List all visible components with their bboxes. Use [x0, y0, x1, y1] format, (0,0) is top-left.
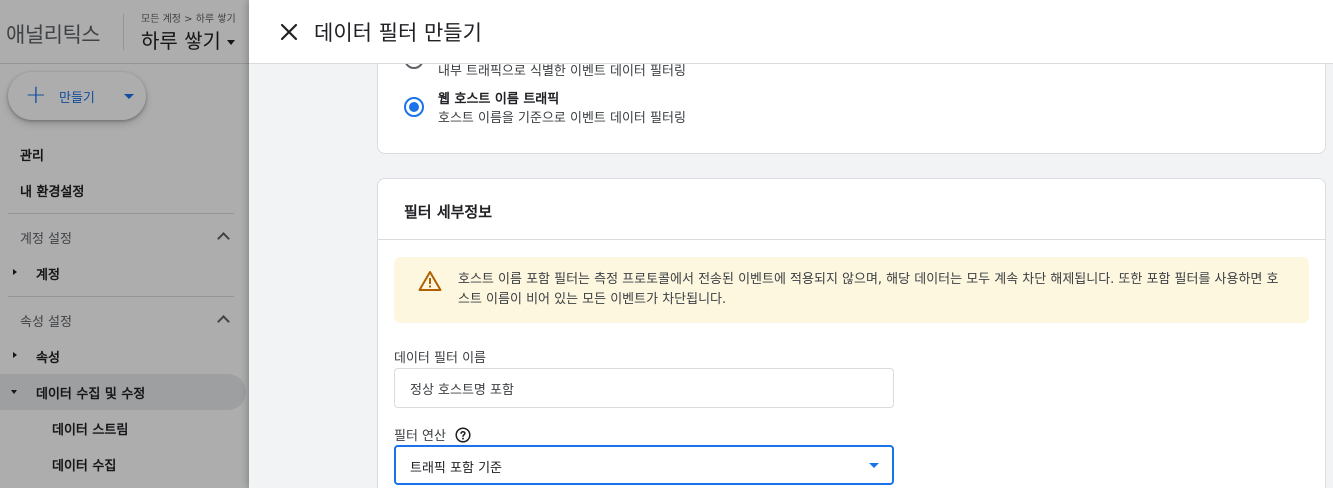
help-icon[interactable] [455, 427, 471, 443]
warning-banner: 호스트 이름 포함 필터는 측정 프로토콜에서 전송된 이벤트에 적용되지 않으… [394, 257, 1309, 323]
radio-selected-dot [409, 102, 419, 112]
filter-details-card: 필터 세부정보 호스트 이름 포함 필터는 측정 프로토콜에서 전송된 이벤트에… [377, 178, 1326, 488]
create-data-filter-drawer: 데이터 필터 만들기 내부 트래픽으로 식별한 이벤트 데이터 필터링 웹 호스… [249, 0, 1333, 488]
radio-hostname-traffic-desc: 호스트 이름을 기준으로 이벤트 데이터 필터링 [438, 111, 686, 126]
filter-details-title: 필터 세부정보 [404, 203, 493, 221]
filter-operation-select[interactable]: 트래픽 포함 기준 [394, 445, 894, 485]
filter-operation-value: 트래픽 포함 기준 [410, 461, 502, 476]
dropdown-arrow-icon [869, 463, 879, 468]
filter-operation-label: 필터 연산 [394, 429, 446, 444]
warning-text: 호스트 이름 포함 필터는 측정 프로토콜에서 전송된 이벤트에 적용되지 않으… [458, 272, 1279, 307]
card-divider [378, 239, 1325, 240]
drawer-title: 데이터 필터 만들기 [314, 21, 482, 45]
warning-icon [418, 271, 442, 291]
radio-hostname-traffic[interactable] [404, 97, 424, 117]
close-icon[interactable] [278, 21, 300, 43]
drawer-header: 데이터 필터 만들기 [249, 0, 1333, 64]
radio-hostname-traffic-title: 웹 호스트 이름 트래픽 [438, 92, 560, 107]
filter-name-label: 데이터 필터 이름 [394, 351, 486, 366]
filter-name-input[interactable] [394, 368, 894, 408]
